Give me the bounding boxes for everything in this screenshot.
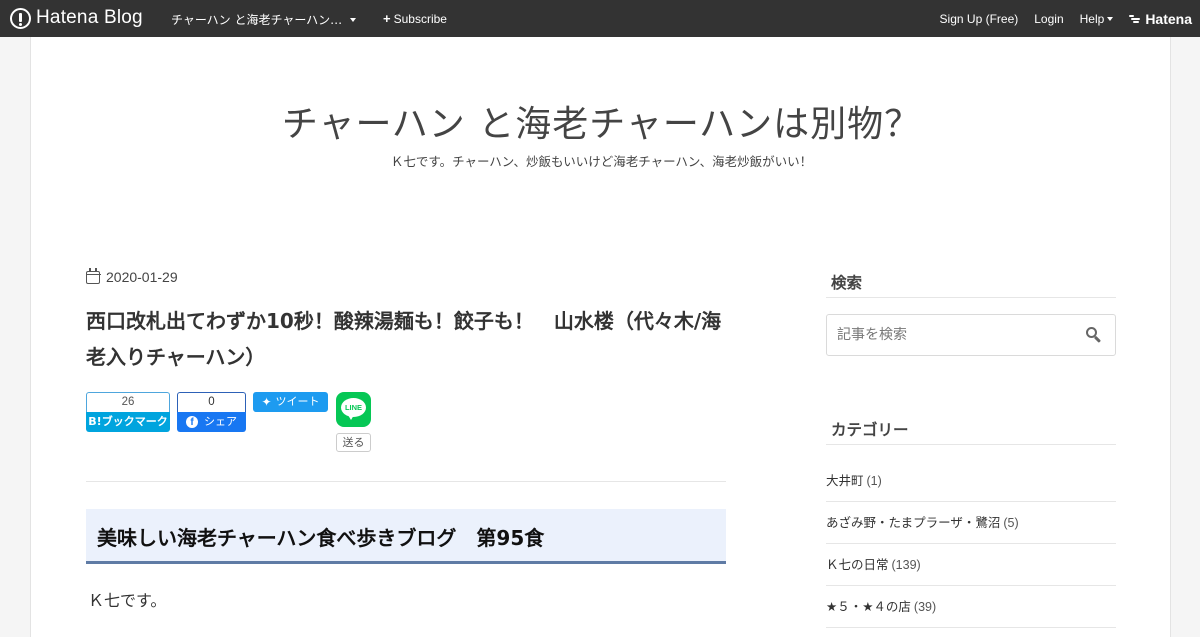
blog-name-label: チャーハン と海老チャーハン… — [171, 13, 343, 27]
search-input[interactable] — [827, 315, 1077, 355]
entry-date-text: 2020-01-29 — [106, 269, 178, 285]
entry-subheading-text: 美味しい海老チャーハン食べ歩きブログ 第95食 — [97, 526, 545, 550]
hatena-blog-logo[interactable]: Hatena Blog — [10, 7, 143, 29]
line-send-label: 送る — [336, 433, 371, 452]
global-header: Hatena Blog チャーハン と海老チャーハン… + Subscribe … — [0, 0, 1200, 37]
search-icon[interactable] — [1086, 327, 1101, 343]
hatena-blog-logo-icon — [10, 7, 31, 29]
facebook-share-label: シェア — [204, 415, 237, 428]
category-name: ★５・★４の店 — [826, 599, 911, 614]
facebook-share-label-row: f シェア — [177, 412, 246, 432]
blog-name-dropdown[interactable]: チャーハン と海老チャーハン… — [171, 11, 357, 28]
search-form — [826, 314, 1116, 356]
category-count: (139) — [891, 558, 921, 572]
sidebar-category-rule — [826, 444, 1116, 445]
hatena-bookmark-label: B!ブックマーク — [86, 412, 170, 432]
category-item[interactable]: Ｋ七の日常 (139) — [826, 544, 1116, 586]
help-dropdown[interactable]: Help — [1080, 12, 1114, 26]
category-count: (1) — [866, 474, 882, 488]
hatena-link[interactable]: Hatena — [1129, 11, 1192, 27]
entry-subheading: 美味しい海老チャーハン食べ歩きブログ 第95食 — [86, 509, 726, 564]
hatena-label: Hatena — [1145, 10, 1192, 27]
subscribe-label: Subscribe — [393, 11, 447, 26]
login-link[interactable]: Login — [1034, 12, 1063, 26]
sidebar-category-title: カテゴリー — [831, 421, 909, 439]
header-right-nav: Sign Up (Free) Login Help Hatena — [924, 0, 1192, 37]
category-name: 大井町 — [826, 473, 864, 488]
facebook-icon: f — [186, 416, 198, 428]
line-icon: LINE — [336, 392, 371, 427]
sidebar-search-title: 検索 — [831, 274, 863, 292]
facebook-share-button[interactable]: 0 f シェア — [177, 392, 246, 432]
blog-description: Ｋ七です。チャーハン、炒飯もいいけど海老チャーハン、海老炒飯がいい！ — [390, 154, 813, 169]
entry-title[interactable]: 西口改札出てわずか10秒！酸辣湯麺も！餃子も！ 山水楼（代々木/海老入りチャーハ… — [86, 303, 726, 375]
category-item[interactable]: あざみ野・たまプラーザ・鷺沼 (5) — [826, 502, 1116, 544]
twitter-bird-icon: ✦ — [261, 395, 272, 409]
category-name: あざみ野・たまプラーザ・鷺沼 — [826, 515, 1001, 530]
twitter-tweet-label: ツイート — [275, 395, 320, 408]
signup-link[interactable]: Sign Up (Free) — [940, 12, 1019, 26]
caret-down-icon — [1107, 16, 1114, 21]
twitter-tweet-button[interactable]: ✦ ツイート — [253, 392, 328, 412]
hatena-bookmark-button[interactable]: 26 B!ブックマーク — [86, 392, 170, 432]
blog-container: チャーハン と海老チャーハンは別物？ Ｋ七です。チャーハン、炒飯もいいけど海老チ… — [30, 37, 1171, 637]
category-name: Ｋ七の日常 — [826, 557, 889, 572]
plus-icon: + — [383, 11, 391, 26]
hatena-mark-icon — [1129, 14, 1142, 24]
entry-divider — [86, 481, 726, 482]
subscribe-button[interactable]: + Subscribe — [383, 11, 447, 26]
hatena-bookmark-count: 26 — [86, 392, 170, 412]
category-item[interactable]: 大井町 (1) — [826, 460, 1116, 502]
help-label: Help — [1079, 11, 1105, 26]
calendar-icon — [85, 267, 101, 284]
entry-date[interactable]: 2020-01-29 — [85, 267, 178, 285]
line-send-button[interactable]: LINE 送る — [336, 392, 371, 452]
line-bubble-tail — [348, 415, 354, 420]
category-count: (5) — [1003, 516, 1019, 530]
blog-title[interactable]: チャーハン と海老チャーハンは別物？ — [31, 95, 1172, 147]
entry-body-text: Ｋ七です。 — [88, 591, 167, 610]
facebook-share-count: 0 — [177, 392, 246, 412]
category-item[interactable]: ★５・★４の店 (39) — [826, 586, 1116, 628]
category-count: (39) — [913, 600, 937, 614]
logo-text: Hatena Blog — [36, 7, 143, 28]
caret-down-icon — [350, 17, 357, 22]
sidebar-search-rule — [826, 297, 1116, 298]
